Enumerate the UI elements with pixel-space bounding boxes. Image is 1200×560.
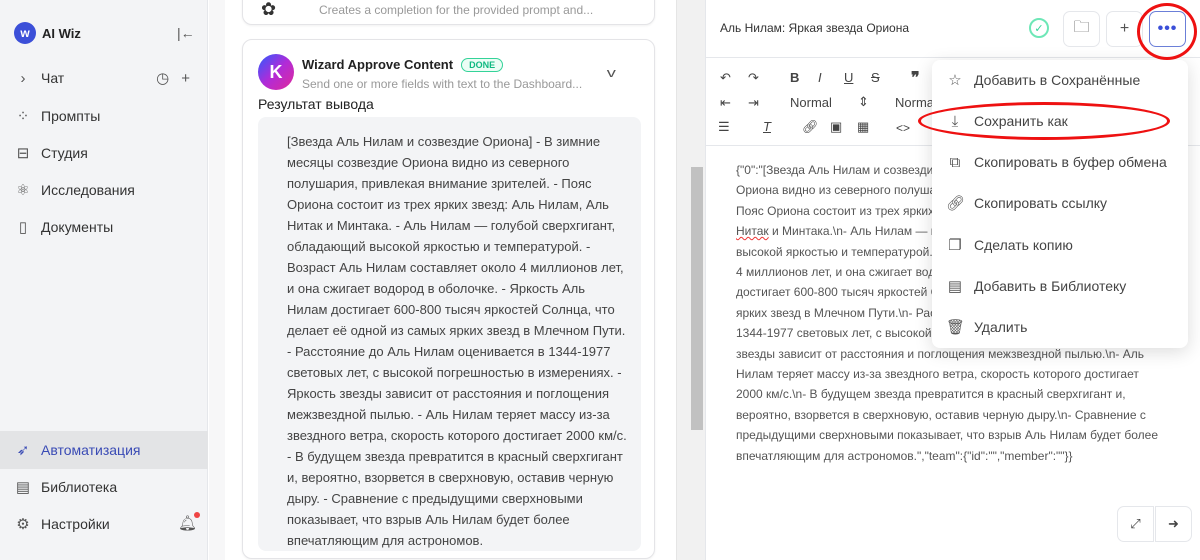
menu-item-add-to-saved[interactable]: ☆ Добавить в Сохранённые [932,60,1188,100]
image-icon[interactable]: ▣ [830,119,842,135]
status-badge: DONE [461,57,504,72]
undo-icon[interactable]: ↶ [720,70,731,86]
sidebar-item-label: Исследования [41,182,135,198]
italic-icon[interactable]: I [818,70,822,85]
scrollbar[interactable] [676,0,705,560]
sidebar-item-label: Настройки [41,516,110,532]
step-title: Wizard Approve Content [302,57,454,72]
sidebar: w AI Wiz |← › Чат ◷ + ⁘ Промпты ⊟ Студия ⚛ Исс… [0,0,208,560]
document-icon: ▯ [18,219,28,236]
library-icon: ▤ [947,278,963,295]
sidebar-item-chat[interactable]: › Чат ◷ + [0,59,208,97]
menu-item-copy-link[interactable]: 🔗︎ Скопировать ссылку [932,183,1188,223]
sidebar-item-label: Библиотека [41,479,118,495]
strikethrough-icon[interactable]: S [871,70,880,85]
sidebar-item-label: Автоматизация [41,442,141,458]
copy-icon: ⧉ [949,153,961,171]
size-select[interactable]: Normal [895,95,937,110]
sidebar-item-label: Чат [41,70,65,86]
workflow-panel: ✿ Creates a completion for the provided … [209,0,673,560]
expand-button[interactable]: ⤢ [1117,506,1154,542]
menu-item-delete[interactable]: 🗑︎ Удалить [932,307,1188,347]
plus-icon: + [1119,20,1130,37]
saved-check-icon: ✓ [1029,18,1049,38]
step-description: Creates a completion for the provided pr… [319,3,594,17]
menu-item-label: Скопировать в буфер обмена [974,154,1167,170]
link-icon[interactable]: 🔗︎ [802,119,819,135]
arrow-right-icon: ➜ [1168,516,1179,531]
sidebar-item-label: Промпты [41,108,101,124]
atom-icon: ⚛ [16,182,30,199]
menu-item-label: Скопировать ссылку [974,195,1108,211]
sidebar-item-documents[interactable]: ▯ Документы [0,208,208,246]
brand-name: AI Wiz [42,25,81,41]
indent-icon[interactable]: ⇥ [748,95,759,111]
link-icon: 🔗︎ [946,195,966,212]
history-icon[interactable]: ◷ [156,69,169,87]
menu-item-label: Удалить [974,319,1028,335]
star-icon: ☆ [948,72,962,89]
collapse-sidebar-icon[interactable]: |← [177,25,195,41]
misspelled-word: Нитак [736,224,769,239]
outdent-icon[interactable]: ⇤ [720,95,731,111]
menu-item-duplicate[interactable]: ❐ Сделать копию [932,225,1188,265]
bold-icon[interactable]: B [790,70,799,85]
align-left-icon[interactable]: ☰ [718,119,730,135]
grid-icon: ⁘ [16,108,30,125]
chevron-down-icon[interactable]: v [607,65,616,80]
forward-button[interactable]: ➜ [1155,506,1192,542]
rocket-icon: ➶ [16,442,30,459]
clear-format-icon[interactable]: T [763,119,771,134]
logo-icon: w [14,22,36,44]
sidebar-item-settings[interactable]: ⚙ Настройки [0,505,208,543]
sidebar-item-label: Документы [41,219,114,235]
wizard-logo-icon: K [258,54,294,90]
new-chat-icon[interactable]: + [181,70,190,87]
duplicate-icon: ❐ [948,237,962,254]
folder-button[interactable]: 🗀 [1063,11,1100,47]
openai-icon: ✿ [261,0,277,19]
trash-icon: 🗑︎ [946,319,966,336]
chevron-right-icon: › [20,69,26,87]
expand-icon: ⤢ [1130,516,1141,531]
code-icon[interactable]: <> [896,121,910,135]
workflow-step-card[interactable]: ✿ Creates a completion for the provided … [242,0,655,25]
annotation-circle [1137,3,1197,60]
brand-logo[interactable]: w AI Wiz [14,22,81,44]
sidebar-item-library[interactable]: ▤ Библиотека [0,468,208,506]
notification-dot [194,512,200,518]
folder-icon: 🗀 [1073,18,1090,36]
sidebar-item-research[interactable]: ⚛ Исследования [0,171,208,209]
sidebar-item-automation[interactable]: ➶ Автоматизация [0,431,208,469]
scrollbar-thumb[interactable] [691,167,703,430]
annotation-oval [918,102,1170,140]
menu-item-add-to-library[interactable]: ▤ Добавить в Библиотеку [932,266,1188,306]
select-arrows-icon: ⇕ [858,94,869,109]
paint-roller-icon: ⊟ [16,145,30,162]
document-title: Аль Нилам: Яркая звезда Ориона [720,21,909,35]
menu-item-label: Сделать копию [974,237,1073,253]
redo-icon[interactable]: ↷ [748,70,759,86]
video-icon[interactable]: ▦ [857,119,869,135]
result-label: Результат вывода [258,96,374,112]
book-icon: ▤ [15,479,31,496]
sidebar-item-label: Студия [41,145,88,161]
sidebar-item-studio[interactable]: ⊟ Студия [0,134,208,172]
heading-select[interactable]: Normal [790,95,832,110]
menu-item-copy-clipboard[interactable]: ⧉ Скопировать в буфер обмена [932,142,1188,182]
workflow-step-card: K Wizard Approve Content DONE Send one or… [242,39,655,559]
blockquote-icon[interactable]: ❞ [911,68,920,88]
output-text: [Звезда Аль Нилам и созвездие Ориона] - … [258,117,641,551]
sidebar-item-prompts[interactable]: ⁘ Промпты [0,97,208,135]
gear-icon: ⚙ [16,516,30,533]
step-description: Send one or more fields with text to the… [302,77,583,91]
menu-item-label: Добавить в Сохранённые [974,72,1141,88]
menu-item-label: Добавить в Библиотеку [974,278,1127,294]
underline-icon[interactable]: U [844,70,853,85]
